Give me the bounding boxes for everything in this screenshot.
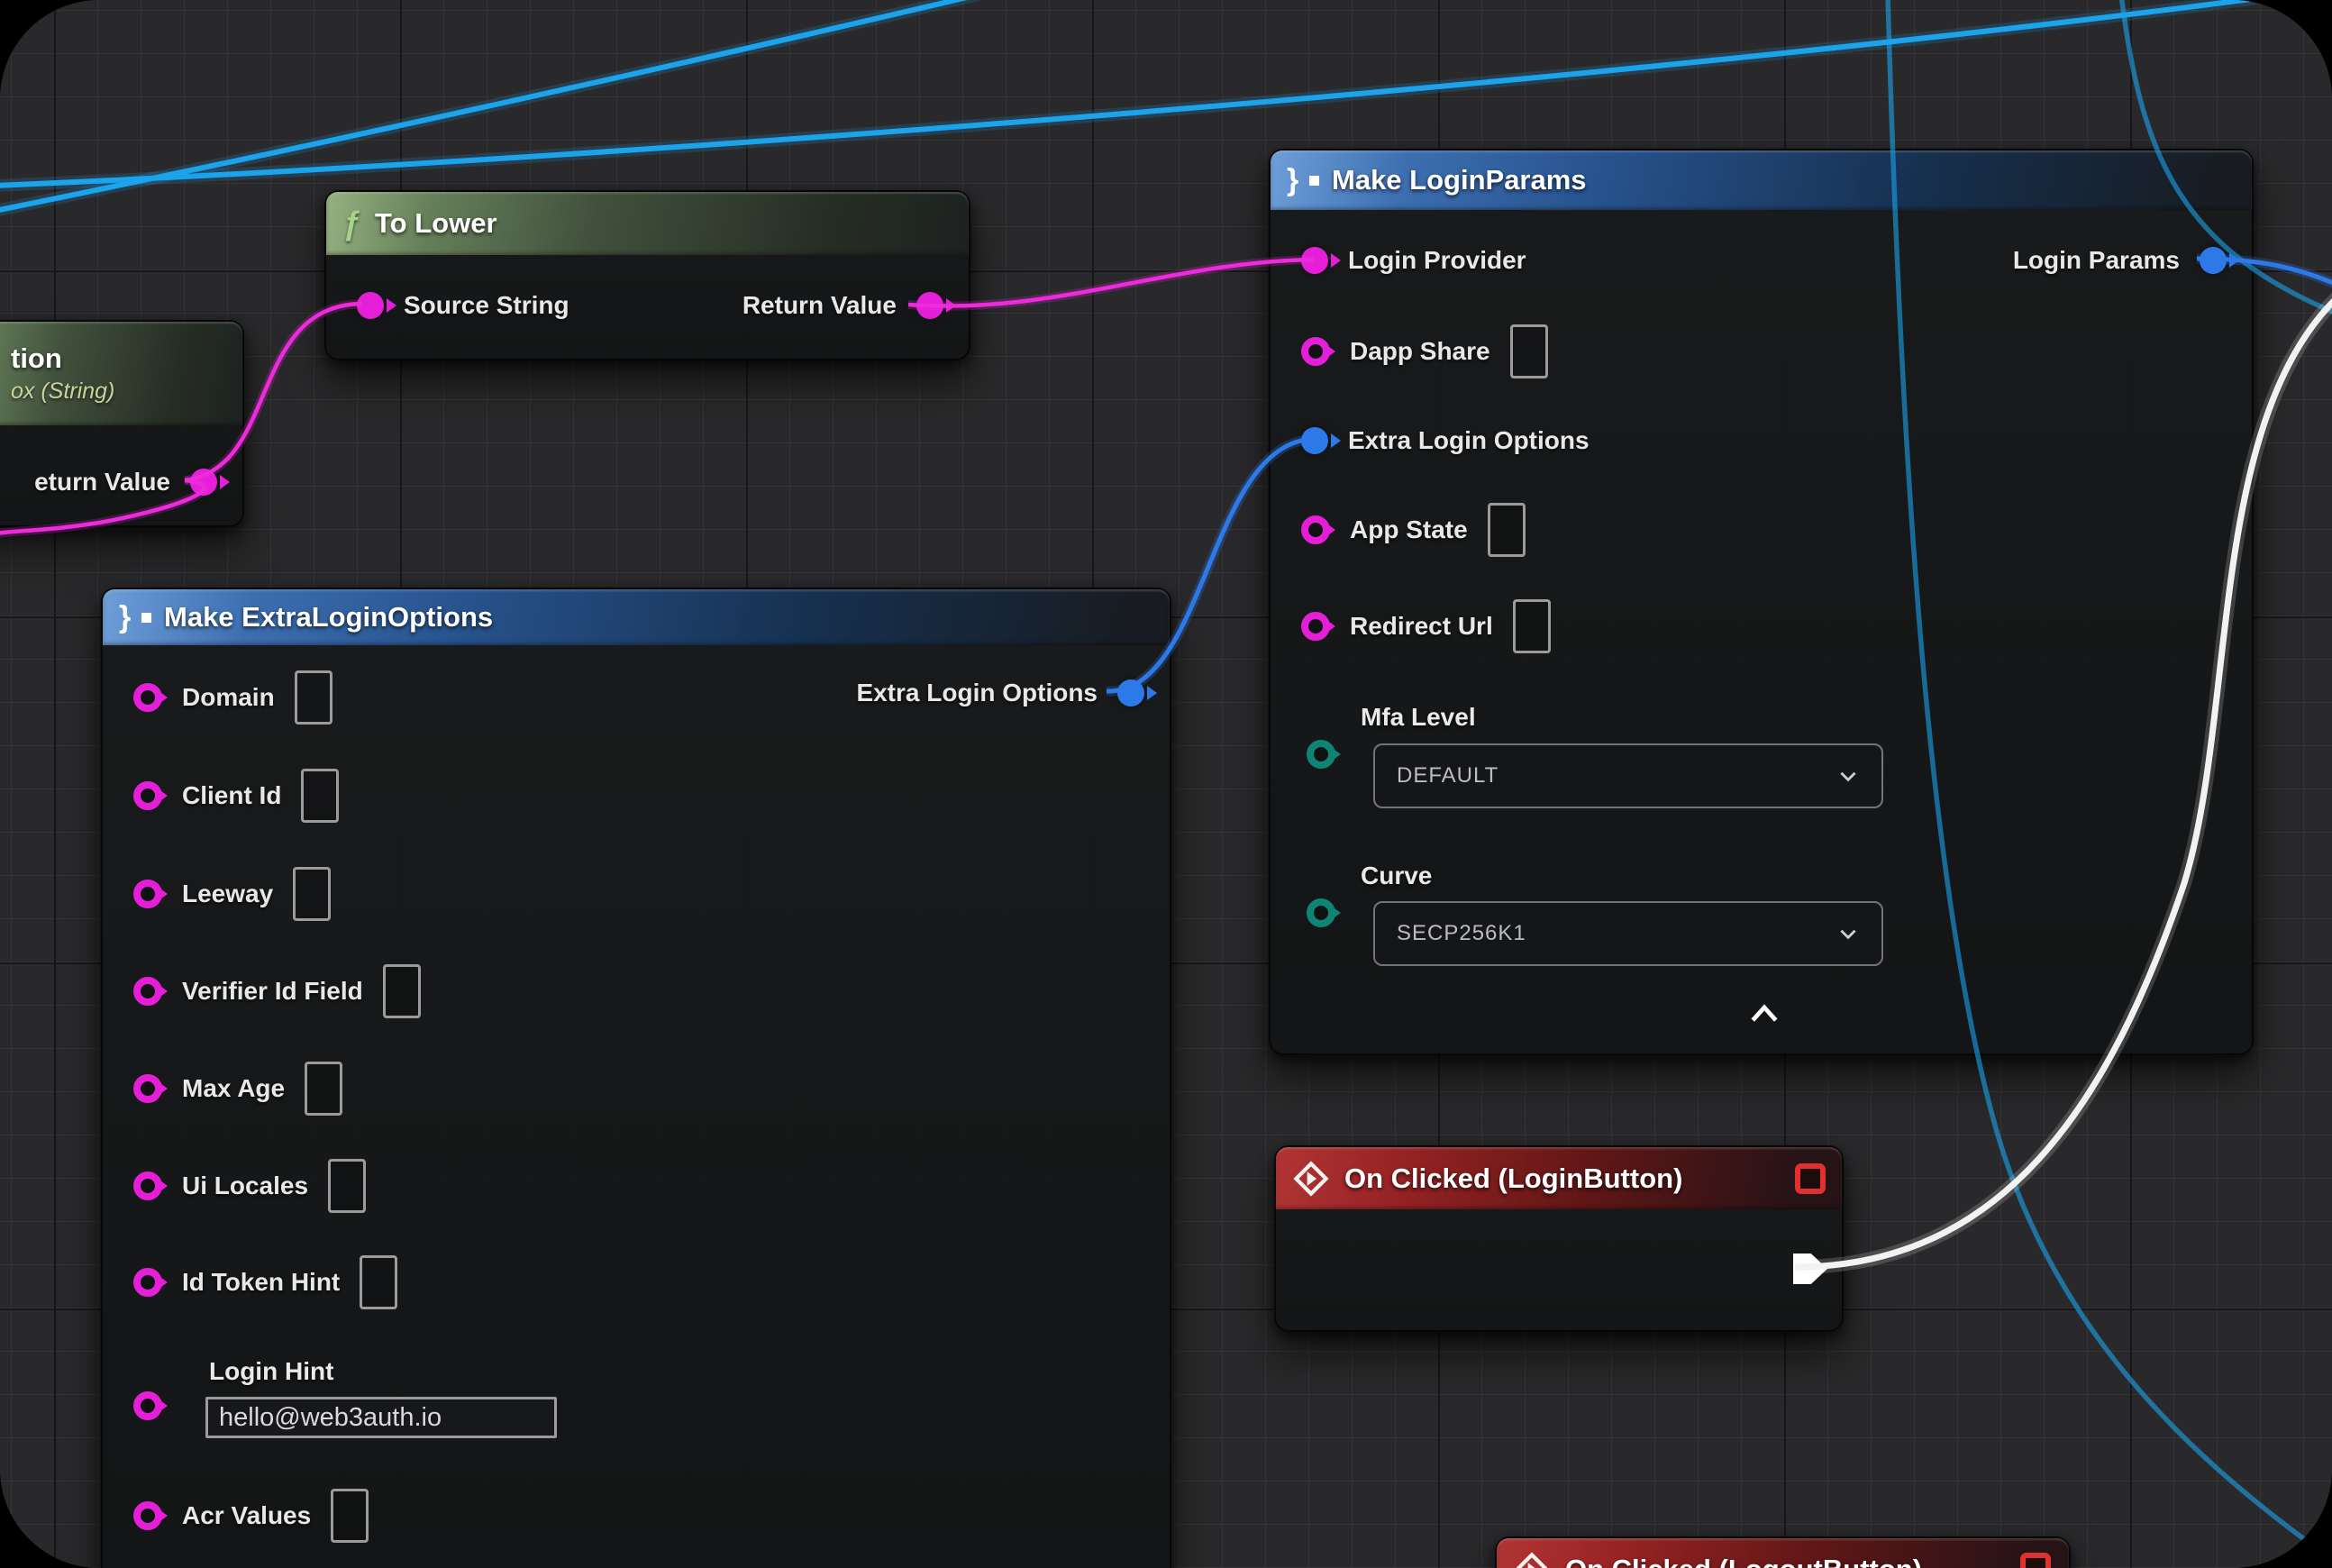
return-value-pin[interactable] (190, 469, 217, 496)
partial-return-value-row: eturn Value (34, 468, 217, 497)
login-provider-row: Login Provider (1301, 246, 1526, 275)
source-string-pin[interactable] (357, 292, 384, 319)
partial-function-node-header: tion ox (String) (0, 322, 242, 425)
login-provider-pin[interactable] (1301, 247, 1328, 274)
function-icon: ƒ (342, 205, 360, 242)
make-login-params-node[interactable]: } Make LoginParams Login Params Login Pr… (1269, 149, 2254, 1055)
verifier-id-field-value-box[interactable] (383, 964, 421, 1018)
ui-locales-value-box[interactable] (328, 1159, 366, 1213)
chevron-up-icon (1749, 1002, 1780, 1026)
make-extra-login-options-title: Make ExtraLoginOptions (164, 601, 493, 634)
to-lower-title: To Lower (375, 207, 496, 240)
client-id-value-box[interactable] (301, 769, 339, 823)
dapp-share-row: Dapp Share (1301, 324, 1548, 378)
acr-values-row: Acr Values (133, 1489, 369, 1543)
to-lower-return-pin[interactable] (916, 292, 943, 319)
make-struct-icon: } (1287, 165, 1317, 196)
to-lower-return-row: Return Value (742, 291, 943, 320)
login-params-out-pin[interactable] (2200, 247, 2227, 274)
max-age-pin[interactable] (133, 1074, 162, 1103)
make-extra-login-options-header: } Make ExtraLoginOptions (103, 589, 1170, 645)
wire-cyan-steep[interactable] (0, 0, 979, 211)
redirect-url-pin[interactable] (1301, 612, 1330, 641)
acr-values-value-box[interactable] (331, 1489, 369, 1543)
event-diamond-icon (1513, 1551, 1551, 1568)
login-hint-label: Login Hint (209, 1357, 333, 1386)
id-token-hint-pin[interactable] (133, 1268, 162, 1297)
wire-cyan-steep[interactable] (0, 0, 979, 211)
extra-login-options-in-pin[interactable] (1301, 427, 1328, 454)
on-clicked-loginbutton-title: On Clicked (LoginButton) (1344, 1162, 1682, 1195)
login-hint-pin[interactable] (133, 1391, 162, 1420)
mfa-level-dropdown[interactable]: DEFAULT (1373, 743, 1883, 808)
make-login-params-title: Make LoginParams (1332, 164, 1587, 196)
redirect-url-row: Redirect Url (1301, 599, 1551, 653)
dapp-share-pin[interactable] (1301, 337, 1330, 366)
max-age-value-box[interactable] (305, 1062, 342, 1116)
domain-pin[interactable] (133, 683, 162, 712)
extra-login-options-out-row: Extra Login Options (856, 679, 1144, 707)
on-clicked-logoutbutton-title: On Clicked (LogoutButton) (1565, 1554, 1922, 1568)
curve-label: Curve (1361, 861, 1432, 890)
event-diamond-icon (1292, 1160, 1330, 1198)
extra-login-options-out-pin[interactable] (1117, 679, 1144, 707)
make-login-params-header: } Make LoginParams (1271, 150, 2252, 210)
make-extra-login-options-node[interactable]: } Make ExtraLoginOptions Extra Login Opt… (101, 588, 1171, 1568)
client-id-pin[interactable] (133, 781, 162, 810)
leeway-row: Leeway (133, 867, 331, 921)
domain-value-box[interactable] (295, 670, 332, 725)
ui-locales-row: Ui Locales (133, 1159, 366, 1213)
client-id-row: Client Id (133, 769, 339, 823)
app-state-pin[interactable] (1301, 515, 1330, 544)
chevron-down-icon (1836, 764, 1860, 788)
verifier-id-field-pin[interactable] (133, 977, 162, 1006)
curve-dropdown[interactable]: SECP256K1 (1373, 901, 1883, 966)
on-clicked-loginbutton-node[interactable]: On Clicked (LoginButton) (1274, 1145, 1844, 1332)
partial-node-subtitle: ox (String) (11, 378, 114, 405)
login-params-out-row: Login Params (2013, 246, 2227, 275)
chevron-down-icon (1836, 922, 1860, 945)
exec-out-pin[interactable] (1793, 1253, 1827, 1284)
app-state-value-box[interactable] (1488, 503, 1526, 557)
source-string-row: Source String (357, 291, 569, 320)
mfa-level-pin[interactable] (1307, 740, 1335, 769)
domain-row: Domain (133, 670, 332, 725)
id-token-hint-row: Id Token Hint (133, 1255, 397, 1309)
leeway-value-box[interactable] (293, 867, 331, 921)
app-state-row: App State (1301, 503, 1526, 557)
partial-node-title: tion (11, 342, 62, 375)
make-struct-icon: } (119, 602, 150, 633)
on-clicked-logoutbutton-node[interactable]: On Clicked (LogoutButton) (1495, 1536, 2071, 1568)
delegate-pin-icon[interactable] (1795, 1163, 1826, 1194)
ui-locales-pin[interactable] (133, 1171, 162, 1200)
dapp-share-value-box[interactable] (1510, 324, 1548, 378)
id-token-hint-value-box[interactable] (360, 1255, 397, 1309)
on-clicked-loginbutton-header: On Clicked (LoginButton) (1276, 1147, 1842, 1209)
partial-function-node[interactable]: tion ox (String) eturn Value (0, 320, 244, 527)
mfa-level-label: Mfa Level (1361, 703, 1476, 732)
leeway-pin[interactable] (133, 880, 162, 908)
to-lower-header: ƒ To Lower (326, 192, 969, 255)
verifier-id-field-row: Verifier Id Field (133, 964, 421, 1018)
collapse-node-button[interactable] (1737, 996, 1791, 1032)
max-age-row: Max Age (133, 1062, 342, 1116)
curve-pin[interactable] (1307, 898, 1335, 927)
delegate-pin-icon[interactable] (2020, 1553, 2051, 1568)
login-hint-input[interactable] (205, 1397, 557, 1438)
blueprint-graph-canvas[interactable]: tion ox (String) eturn Value ƒ To Lower … (0, 0, 2332, 1568)
acr-values-pin[interactable] (133, 1501, 162, 1530)
on-clicked-logoutbutton-header: On Clicked (LogoutButton) (1497, 1538, 2069, 1568)
redirect-url-value-box[interactable] (1513, 599, 1551, 653)
extra-login-options-in-row: Extra Login Options (1301, 426, 1590, 455)
to-lower-node[interactable]: ƒ To Lower Source String Return Value (324, 190, 970, 360)
